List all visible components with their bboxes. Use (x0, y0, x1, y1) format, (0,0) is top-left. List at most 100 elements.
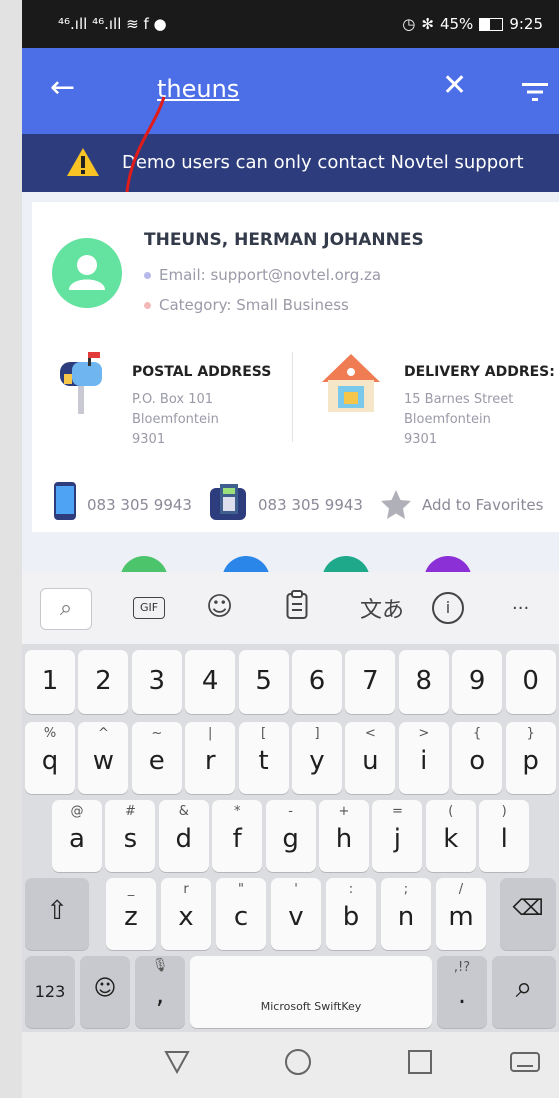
clipboard-icon[interactable] (286, 590, 308, 624)
key-label: u (362, 746, 379, 776)
recents-square-icon[interactable] (408, 1050, 432, 1074)
number-key[interactable]: 5 (238, 650, 289, 714)
translate-icon[interactable]: 文あ (360, 592, 404, 624)
letter-key[interactable]: ; n (381, 878, 431, 950)
letter-key[interactable]: ) l (479, 800, 530, 872)
period-key[interactable]: ,!? . (437, 956, 487, 1028)
key-label: f (232, 824, 242, 854)
letter-key[interactable]: ^ w (78, 722, 129, 794)
number-key[interactable]: 1 (25, 650, 75, 714)
gif-button[interactable]: GIF (133, 597, 165, 619)
letter-key[interactable]: # s (105, 800, 156, 872)
letter-key[interactable]: {o (452, 722, 503, 794)
letter-key[interactable]: = j (372, 800, 423, 872)
letter-key[interactable]: * f (212, 800, 263, 872)
landline-number[interactable]: 083 305 9943 (258, 496, 363, 514)
number-toggle-key[interactable]: 123 (25, 956, 75, 1028)
filter-icon[interactable] (522, 82, 548, 106)
bullet-icon (144, 302, 151, 309)
number-key[interactable]: 8 (398, 650, 449, 714)
letter-key[interactable]: :b (326, 878, 376, 950)
key-label: b (342, 902, 360, 932)
more-icon[interactable]: ··· (512, 598, 529, 619)
key-label: g (282, 824, 299, 854)
mobile-number[interactable]: 083 305 9943 (87, 496, 192, 514)
comma-key[interactable]: 🎙 , (135, 956, 185, 1028)
number-key[interactable]: 9 (452, 650, 503, 714)
letter-key[interactable]: rx (161, 878, 211, 950)
add-to-favorites[interactable]: Add to Favorites (422, 496, 543, 514)
number-key[interactable]: 2 (78, 650, 129, 714)
address-divider (292, 352, 293, 442)
key-label: 6 (308, 666, 326, 696)
clock: 9:25 (509, 15, 543, 33)
number-key[interactable]: 6 (292, 650, 342, 714)
back-arrow-icon[interactable]: ← (50, 70, 75, 105)
number-key[interactable]: 4 (185, 650, 236, 714)
letter-key[interactable]: ~ e (131, 722, 182, 794)
bullet-icon (144, 272, 151, 279)
letter-key[interactable]: _ z (106, 878, 156, 950)
backspace-key[interactable]: ⌫ (500, 878, 556, 950)
key-label: s (123, 824, 138, 854)
key-secondary-label: r (183, 882, 189, 897)
letter-key[interactable]: < u (345, 722, 396, 794)
battery-percent: 45% (439, 15, 474, 33)
number-key[interactable]: 3 (131, 650, 182, 714)
letter-key[interactable]: [t (238, 722, 289, 794)
contact-card[interactable]: THEUNS, HERMAN JOHANNES Email: support@n… (32, 202, 559, 532)
emoji-key[interactable]: ☺ (80, 956, 130, 1028)
signal-wifi-icons: ⁴⁶.ıll ⁴⁶.ıll ≋ f ● (58, 15, 167, 33)
search-icon[interactable]: ⌕ (40, 588, 92, 630)
letter-key[interactable]: ] y (292, 722, 342, 794)
number-key[interactable]: 0 (505, 650, 556, 714)
letter-key[interactable]: } p (505, 722, 556, 794)
letter-key[interactable]: | r (185, 722, 236, 794)
letter-key[interactable]: (k (425, 800, 476, 872)
status-left: ⁴⁶.ıll ⁴⁶.ıll ≋ f ● (58, 15, 167, 33)
letter-key[interactable]: + h (319, 800, 369, 872)
search-key[interactable]: ⌕ (492, 956, 556, 1028)
key-label: 7 (362, 666, 379, 696)
keyboard: ⌕ GIF ☺ 文あ i ··· 1 2 3 4 5 6 7 8 9 0% q ^ w ~ e | r[t] y <… (22, 572, 559, 1032)
key-label: a (69, 824, 85, 854)
clear-icon[interactable]: ✕ (442, 68, 467, 103)
key-label: 4 (201, 666, 219, 696)
letter-key[interactable]: > i (398, 722, 449, 794)
key-label: r (204, 746, 216, 776)
landline-phone-icon[interactable] (210, 484, 246, 524)
shift-key[interactable]: ⇧ (25, 878, 89, 950)
keyboard-switch-icon[interactable] (510, 1052, 540, 1076)
key-secondary-label: { (473, 726, 482, 741)
letter-key[interactable]: & d (158, 800, 209, 872)
android-nav-bar (22, 1032, 559, 1098)
key-label: 5 (255, 666, 272, 696)
star-icon[interactable] (380, 489, 412, 525)
letter-key[interactable]: " c (216, 878, 266, 950)
back-triangle-icon[interactable] (164, 1050, 190, 1078)
letter-key[interactable]: % q (25, 722, 75, 794)
avatar (52, 238, 122, 308)
key-secondary-label: & (178, 804, 189, 819)
key-label: p (522, 746, 539, 776)
space-key[interactable]: Microsoft SwiftKey (190, 956, 432, 1028)
key-label: 9 (468, 666, 486, 696)
key-label: z (124, 902, 138, 932)
battery-icon (479, 17, 504, 31)
results-area: THEUNS, HERMAN JOHANNES Email: support@n… (22, 192, 559, 604)
key-secondary-label: > (418, 726, 430, 741)
letter-key[interactable]: -g (265, 800, 316, 872)
key-label: 8 (415, 666, 433, 696)
key-label: 1 (41, 666, 59, 696)
home-circle-icon[interactable] (285, 1049, 311, 1075)
letter-key[interactable]: @ a (52, 800, 102, 872)
sticker-icon[interactable]: ☺ (206, 592, 233, 622)
key-label: t (258, 746, 269, 776)
mobile-phone-icon[interactable] (54, 482, 76, 524)
letter-key[interactable]: / m (436, 878, 486, 950)
search-icon: ⌕ (515, 970, 533, 1005)
letter-key[interactable]: ' v (271, 878, 321, 950)
number-key[interactable]: 7 (345, 650, 396, 714)
status-bar: ⁴⁶.ıll ⁴⁶.ıll ≋ f ● ◷ ✻ 45% 9:25 (22, 0, 559, 48)
info-icon[interactable]: i (432, 592, 464, 624)
